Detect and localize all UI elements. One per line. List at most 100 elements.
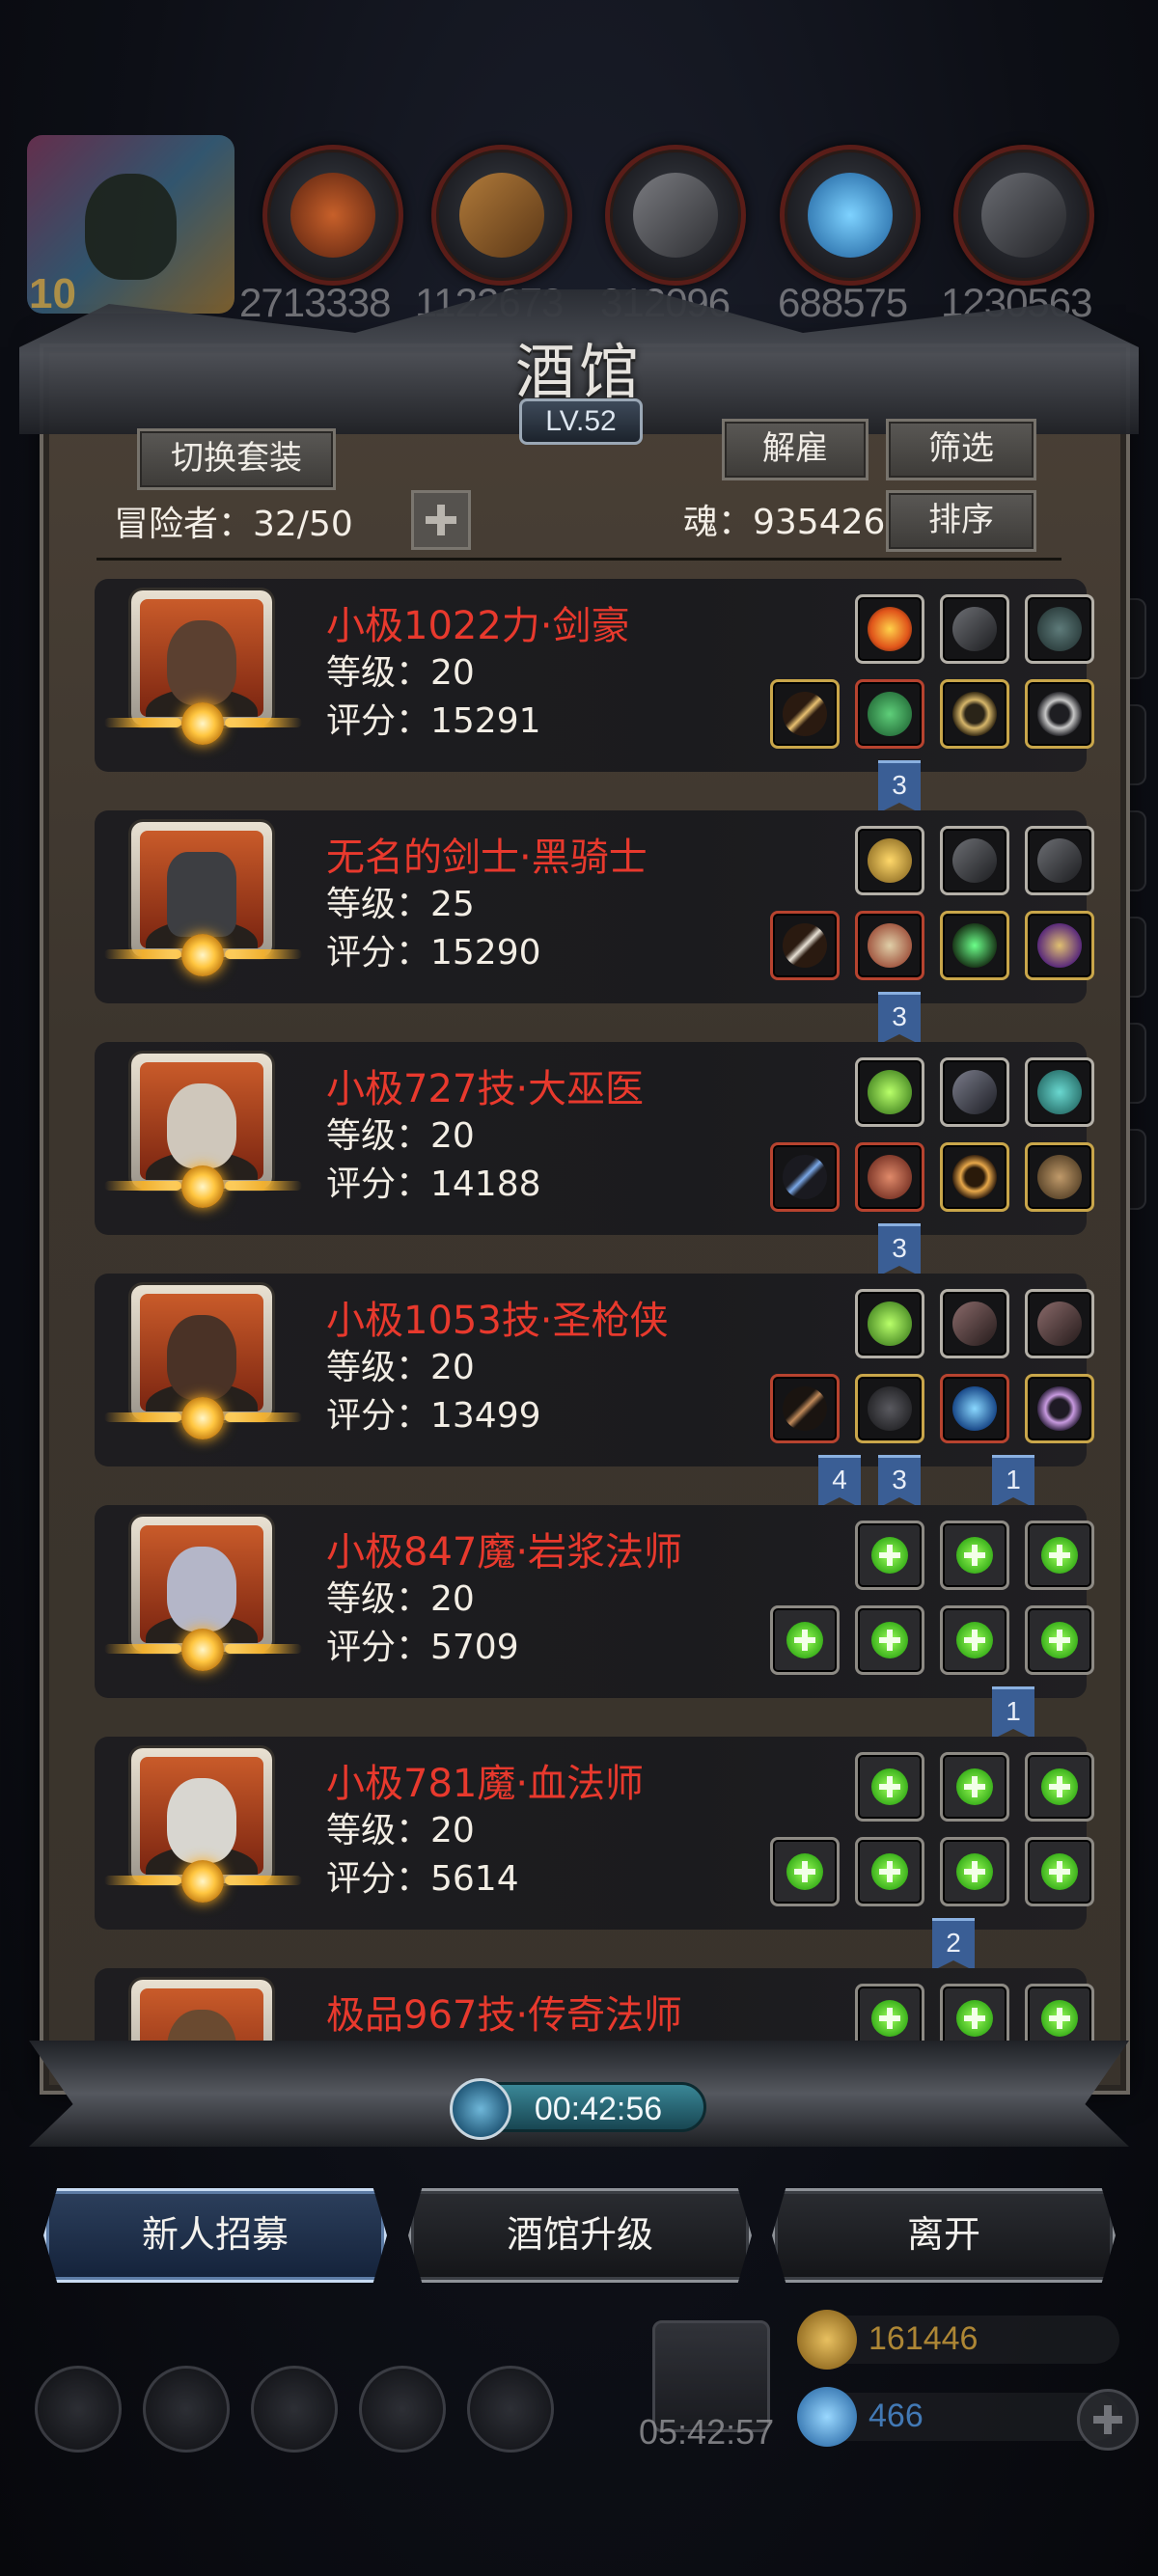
hero-row[interactable]: 无名的剑士·黑骑士 等级：25 评分：15290 bbox=[95, 810, 1094, 1003]
rank-emblem-icon bbox=[104, 702, 302, 745]
hero-list[interactable]: 小极1022力·剑豪 等级：20 评分：15291 3 无名的剑士·黑骑士 等级… bbox=[58, 569, 1100, 2050]
meat-amount: 2713338 bbox=[239, 280, 392, 325]
sort-button[interactable]: 排序 bbox=[886, 490, 1036, 552]
skull-mask-icon[interactable] bbox=[1025, 1142, 1094, 1212]
add-currency-button[interactable] bbox=[1077, 2389, 1139, 2451]
add-equipment-icon[interactable] bbox=[940, 1984, 1009, 2050]
building-icon[interactable] bbox=[251, 2366, 338, 2453]
mail-icon[interactable] bbox=[359, 2366, 446, 2453]
gauntlet-icon[interactable] bbox=[940, 826, 1009, 895]
hero-score: 评分：5709 bbox=[326, 1628, 519, 1667]
gear-icon[interactable] bbox=[467, 2366, 554, 2453]
hero-row[interactable]: 极品967技·传奇法师 bbox=[95, 1968, 1094, 2050]
avatar-face bbox=[85, 174, 177, 280]
gold-amulet-icon[interactable] bbox=[855, 826, 924, 895]
enhance-tag: 3 bbox=[878, 992, 921, 1045]
add-equipment-icon[interactable] bbox=[855, 1521, 924, 1590]
add-equipment-icon[interactable] bbox=[855, 1605, 924, 1675]
bracer-icon[interactable] bbox=[940, 1057, 1009, 1127]
hero-row[interactable]: 小极727技·大巫医 等级：20 评分：14188 bbox=[95, 1042, 1094, 1235]
purple-amulet-icon[interactable] bbox=[1025, 911, 1094, 980]
stone-resource-icon[interactable] bbox=[605, 145, 746, 286]
teal-gem-icon[interactable] bbox=[1025, 1057, 1094, 1127]
staff-icon[interactable] bbox=[770, 1142, 840, 1212]
add-equipment-icon[interactable] bbox=[940, 1837, 1009, 1906]
settings-icon[interactable] bbox=[35, 2366, 122, 2453]
hero-row[interactable]: 小极781魔·血法师 等级：20 评分：5614 bbox=[95, 1737, 1094, 1930]
add-equipment-icon[interactable] bbox=[855, 1984, 924, 2050]
rank-emblem-icon bbox=[104, 1629, 302, 1671]
rank-emblem-icon bbox=[104, 934, 302, 976]
hero-name: 小极847魔·岩浆法师 bbox=[326, 1530, 683, 1575]
gold-ring-icon[interactable] bbox=[940, 679, 1009, 749]
green-armor-icon[interactable] bbox=[855, 679, 924, 749]
tavern-level-badge: LV.52 bbox=[519, 398, 643, 445]
stone-gem-icon[interactable] bbox=[1025, 594, 1094, 664]
bangle-icon[interactable] bbox=[940, 1142, 1009, 1212]
hero-score: 评分：5614 bbox=[326, 1859, 519, 1899]
gauntlet-icon[interactable] bbox=[1025, 826, 1094, 895]
gold-amount: 161446 bbox=[868, 2320, 979, 2357]
add-equipment-icon[interactable] bbox=[770, 1605, 840, 1675]
enhance-tag: 1 bbox=[992, 1455, 1034, 1508]
hero-score: 评分：15291 bbox=[326, 701, 541, 741]
leave-button[interactable]: 离开 bbox=[772, 2188, 1116, 2283]
hero-row[interactable]: 小极1022力·剑豪 等级：20 评分：15291 bbox=[95, 579, 1094, 772]
gift-timer: 05:42:57 bbox=[639, 2412, 775, 2452]
hero-score: 评分：15290 bbox=[326, 933, 541, 973]
add-equipment-icon[interactable] bbox=[1025, 1837, 1094, 1906]
page-title: 酒馆 bbox=[514, 337, 643, 407]
add-equipment-icon[interactable] bbox=[1025, 1752, 1094, 1822]
red-robe-icon[interactable] bbox=[855, 1142, 924, 1212]
hero-level: 等级：20 bbox=[326, 1116, 475, 1156]
iron-resource-icon[interactable] bbox=[953, 145, 1094, 286]
upgrade-tavern-button[interactable]: 酒馆升级 bbox=[408, 2188, 752, 2283]
green-potion-icon[interactable] bbox=[855, 1289, 924, 1358]
purple-ring-icon[interactable] bbox=[1025, 1374, 1094, 1443]
hero-score: 评分：13499 bbox=[326, 1396, 541, 1436]
expand-capacity-button[interactable] bbox=[411, 490, 471, 550]
player-level: 10 bbox=[29, 270, 76, 317]
enhance-tag: 1 bbox=[992, 1686, 1034, 1740]
rank-emblem-icon bbox=[104, 1860, 302, 1903]
crystal-resource-icon[interactable] bbox=[780, 145, 921, 286]
blue-orb-icon[interactable] bbox=[940, 1374, 1009, 1443]
add-equipment-icon[interactable] bbox=[940, 1605, 1009, 1675]
meat-resource-icon[interactable] bbox=[262, 145, 403, 286]
add-equipment-icon[interactable] bbox=[855, 1837, 924, 1906]
gauntlet-icon[interactable] bbox=[940, 1289, 1009, 1358]
add-equipment-icon[interactable] bbox=[940, 1521, 1009, 1590]
adventurer-count: 冒险者：32/50 bbox=[114, 505, 353, 544]
gun-icon[interactable] bbox=[770, 1374, 840, 1443]
switch-outfit-button[interactable]: 切换套装 bbox=[137, 428, 336, 490]
gauntlet-icon[interactable] bbox=[1025, 1289, 1094, 1358]
dark-coat-icon[interactable] bbox=[855, 1374, 924, 1443]
filter-button[interactable]: 筛选 bbox=[886, 419, 1036, 480]
hero-row[interactable]: 小极847魔·岩浆法师 等级：20 评分：5709 bbox=[95, 1505, 1094, 1698]
crystal-amount: 688575 bbox=[778, 280, 908, 325]
fire-orb-icon[interactable] bbox=[855, 594, 924, 664]
add-equipment-icon[interactable] bbox=[770, 1837, 840, 1906]
silver-ring-icon[interactable] bbox=[1025, 679, 1094, 749]
star-icon[interactable] bbox=[143, 2366, 230, 2453]
enhance-tag: 3 bbox=[878, 760, 921, 813]
add-equipment-icon[interactable] bbox=[1025, 1605, 1094, 1675]
recruit-button[interactable]: 新人招募 bbox=[43, 2188, 387, 2283]
green-potion-icon[interactable] bbox=[855, 1057, 924, 1127]
hero-name: 无名的剑士·黑骑士 bbox=[326, 836, 648, 880]
green-necklace-icon[interactable] bbox=[940, 911, 1009, 980]
wood-resource-icon[interactable] bbox=[431, 145, 572, 286]
sword-icon[interactable] bbox=[770, 679, 840, 749]
add-equipment-icon[interactable] bbox=[1025, 1984, 1094, 2050]
add-equipment-icon[interactable] bbox=[940, 1752, 1009, 1822]
gauntlet-icon[interactable] bbox=[940, 594, 1009, 664]
gem-icon bbox=[797, 2387, 857, 2447]
dismiss-button[interactable]: 解雇 bbox=[722, 419, 868, 480]
add-equipment-icon[interactable] bbox=[855, 1752, 924, 1822]
add-equipment-icon[interactable] bbox=[1025, 1521, 1094, 1590]
hero-level: 等级：20 bbox=[326, 1579, 475, 1619]
hero-row[interactable]: 小极1053技·圣枪侠 等级：20 评分：13499 bbox=[95, 1274, 1094, 1466]
hero-level: 等级：25 bbox=[326, 885, 475, 924]
red-armor-icon[interactable] bbox=[855, 911, 924, 980]
sword-icon[interactable] bbox=[770, 911, 840, 980]
